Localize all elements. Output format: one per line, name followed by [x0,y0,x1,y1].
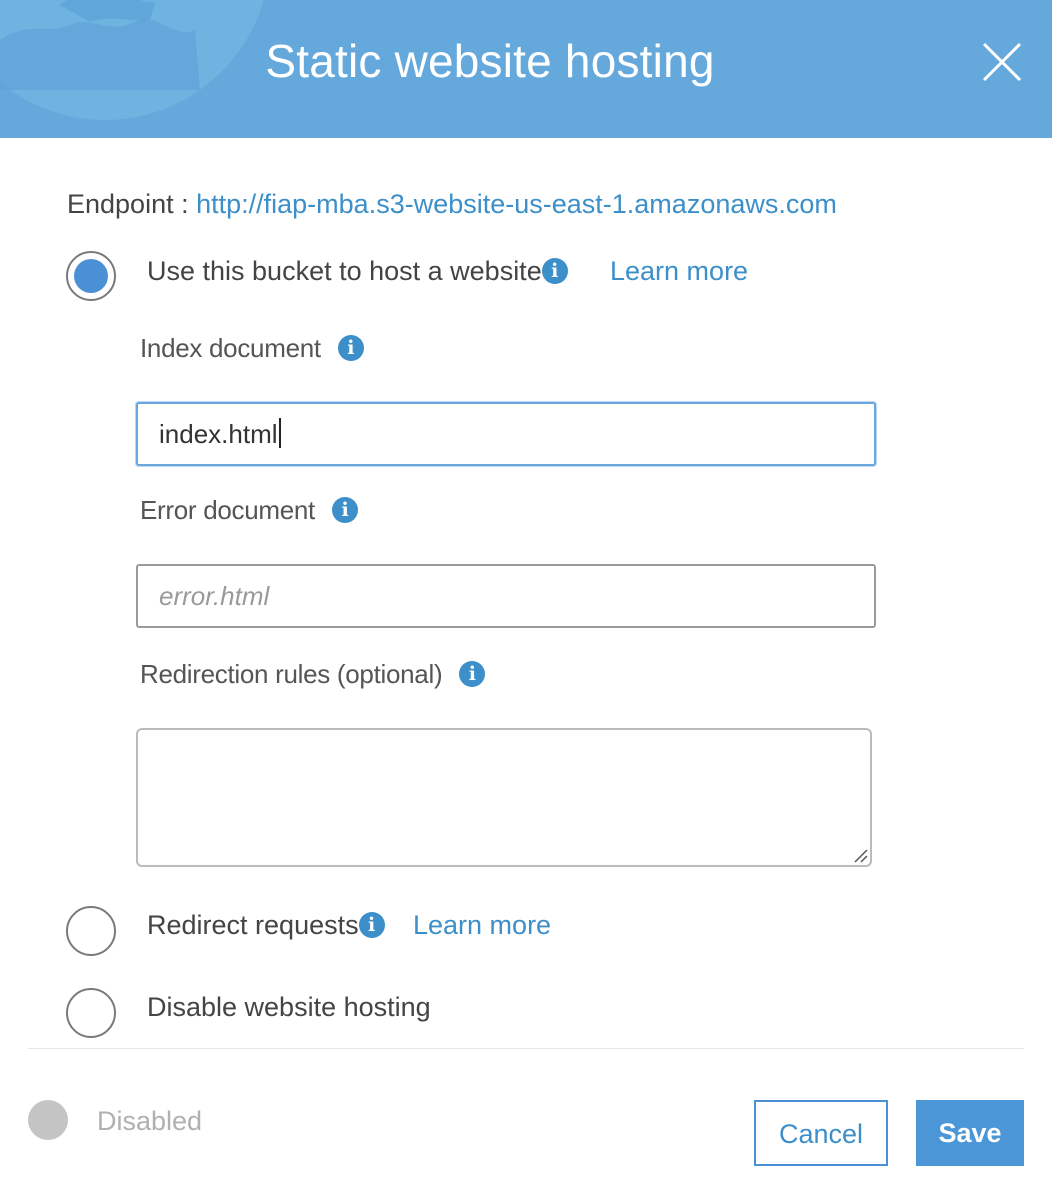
redirection-rules-field-label: Redirection rules (optional) i [140,659,486,690]
info-icon[interactable]: i [337,335,364,361]
info-icon[interactable]: i [541,258,568,284]
endpoint-link[interactable]: http://fiap-mba.s3-website-us-east-1.ama… [196,189,837,219]
dialog-header: Static website hosting [0,0,1052,138]
save-button[interactable]: Save [916,1100,1024,1166]
error-document-input[interactable]: error.html [136,564,876,628]
learn-more-host-link[interactable]: Learn more [610,256,748,287]
close-icon[interactable] [978,38,1026,86]
redirection-rules-textarea[interactable] [136,728,872,867]
redirection-rules-label: Redirection rules (optional) [140,659,443,689]
radio-host-website[interactable] [66,251,116,301]
learn-more-redirect-link[interactable]: Learn more [413,910,551,941]
status-indicator [28,1100,68,1140]
radio-disable-hosting[interactable] [66,988,116,1038]
resize-handle-icon[interactable] [852,847,868,863]
footer-divider [28,1048,1024,1049]
error-document-label: Error document [140,495,315,525]
text-caret [278,418,281,448]
option-disable-hosting-label: Disable website hosting [147,992,431,1022]
endpoint-label: Endpoint : [67,189,189,219]
error-document-placeholder: error.html [159,581,270,611]
cancel-button[interactable]: Cancel [754,1100,888,1166]
option-redirect-requests: Redirect requests i [147,910,385,941]
index-document-label: Index document [140,333,321,363]
option-host-website-label: Use this bucket to host a website [147,256,542,286]
endpoint-row: Endpoint : http://fiap-mba.s3-website-us… [67,189,837,220]
option-host-website: Use this bucket to host a website i [147,256,568,287]
status-label: Disabled [97,1106,203,1136]
radio-redirect-requests[interactable] [66,906,116,956]
index-document-value: index.html [159,419,278,449]
info-icon[interactable]: i [358,912,385,938]
option-redirect-requests-label: Redirect requests [147,910,359,940]
index-document-field-label: Index document i [140,333,364,364]
info-icon[interactable]: i [459,661,486,687]
dialog-title: Static website hosting [265,35,715,87]
error-document-field-label: Error document i [140,495,358,526]
index-document-input[interactable]: index.html [136,402,876,466]
info-icon[interactable]: i [331,497,358,523]
